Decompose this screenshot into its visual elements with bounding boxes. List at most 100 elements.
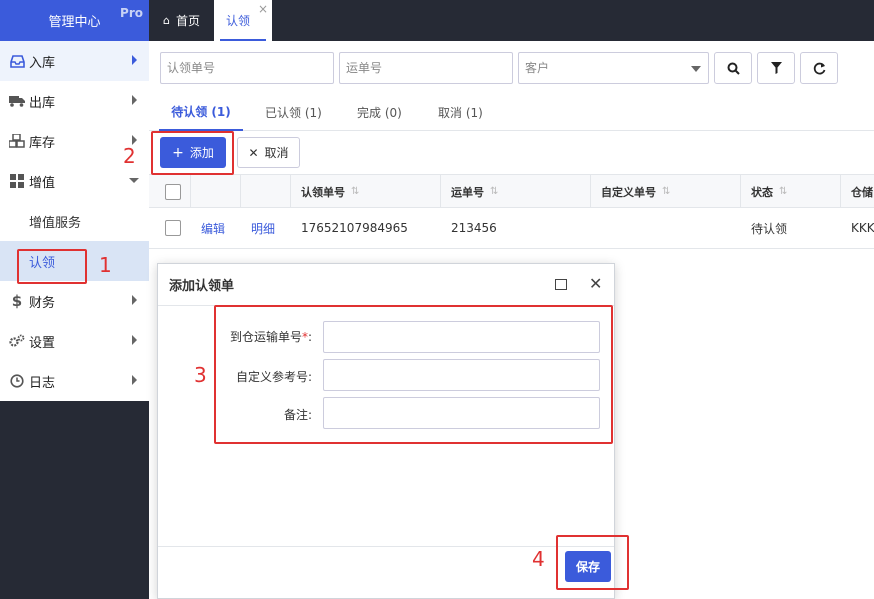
- annotation-box-3: [214, 305, 613, 444]
- close-icon: ✕: [248, 145, 259, 160]
- tab-label: 首页: [175, 14, 200, 28]
- claim-no-input[interactable]: [160, 52, 334, 84]
- cell-status: 待认领: [751, 221, 788, 236]
- header-claim-no[interactable]: 认领单号 ⇅: [291, 175, 441, 208]
- chevron-right-icon: [132, 55, 137, 65]
- search-button[interactable]: [714, 52, 752, 84]
- tab-label: 取消 (1): [438, 105, 483, 120]
- dialog-header: 添加认领单: [158, 264, 614, 306]
- maximize-icon[interactable]: [555, 279, 567, 290]
- sort-icon: ⇅: [662, 186, 671, 197]
- annotation-box-4: [556, 535, 629, 590]
- table-row: 编辑 明细 17652107984965 213456 待认领 KKK: [149, 208, 874, 249]
- annotation-box-2: [151, 131, 234, 175]
- brand-header: 管理中心 Pro: [0, 0, 149, 41]
- home-icon: ⌂: [163, 14, 170, 27]
- gears-icon: [9, 333, 25, 349]
- header-warehouse[interactable]: 仓储: [841, 175, 874, 208]
- sidebar: 管理中心 Pro 入库 出库 库存 增值 增值服务 认领 $ 财务 设置 日志: [0, 0, 149, 599]
- sidebar-item-outbound[interactable]: 出库: [0, 81, 149, 121]
- select-all-cell: [149, 175, 191, 208]
- customer-select[interactable]: [518, 52, 709, 84]
- search-icon: [727, 62, 740, 75]
- table-header: 认领单号 ⇅ 运单号 ⇅ 自定义单号 ⇅ 状态 ⇅ 仓储: [149, 174, 874, 208]
- sidebar-item-log[interactable]: 日志: [0, 361, 149, 401]
- chevron-down-icon: [691, 66, 701, 72]
- header-label: 仓储: [851, 185, 873, 199]
- row-checkbox[interactable]: [165, 220, 181, 236]
- tab-label: 完成 (0): [357, 105, 402, 120]
- cell-waybill: 213456: [451, 221, 497, 235]
- tab-label: 已认领 (1): [265, 105, 322, 120]
- filter-icon: [770, 62, 782, 74]
- status-tabs: 待认领 (1) 已认领 (1) 完成 (0) 取消 (1): [149, 93, 874, 131]
- sidebar-menu: 入库 出库 库存 增值 增值服务 认领 $ 财务 设置 日志: [0, 41, 149, 401]
- close-icon[interactable]: ✕: [589, 274, 602, 293]
- sidebar-item-label: 财务: [29, 295, 56, 311]
- chevron-right-icon: [132, 375, 137, 385]
- annotation-number-3: 3: [194, 363, 207, 387]
- chevron-right-icon: [132, 95, 137, 105]
- grid-icon: [9, 173, 25, 189]
- edit-link[interactable]: 编辑: [201, 208, 225, 248]
- sort-icon: ⇅: [779, 186, 788, 197]
- pro-badge: Pro: [120, 6, 143, 20]
- inbox-icon: [9, 53, 25, 69]
- sidebar-item-label: 增值: [29, 175, 56, 191]
- tab-bar: ⌂ 首页 认领 ×: [149, 0, 874, 41]
- chevron-right-icon: [132, 295, 137, 305]
- select-all-checkbox[interactable]: [165, 183, 181, 200]
- sidebar-item-settings[interactable]: 设置: [0, 321, 149, 361]
- sidebar-item-finance[interactable]: $ 财务: [0, 281, 149, 321]
- sidebar-item-inbound[interactable]: 入库: [0, 41, 149, 81]
- detail-link[interactable]: 明细: [251, 208, 275, 248]
- header-waybill[interactable]: 运单号 ⇅: [441, 175, 591, 208]
- tab-cancelled[interactable]: 取消 (1): [438, 93, 483, 131]
- header-label: 认领单号: [301, 185, 345, 199]
- cancel-button-label: 取消: [264, 146, 289, 160]
- sidebar-item-label: 增值服务: [29, 215, 82, 231]
- header-label: 运单号: [451, 185, 484, 199]
- sort-icon: ⇅: [490, 186, 499, 197]
- chevron-down-icon: [129, 178, 139, 183]
- refresh-icon: [813, 62, 825, 74]
- filter-button[interactable]: [757, 52, 795, 84]
- tab-label: 认领: [226, 14, 251, 28]
- header-cell: [241, 175, 291, 208]
- sidebar-item-label: 入库: [29, 55, 56, 71]
- tab-label: 待认领 (1): [171, 104, 231, 119]
- cubes-icon: [9, 133, 25, 149]
- cancel-button[interactable]: ✕ 取消: [237, 137, 300, 168]
- cell-warehouse: KKK: [851, 221, 874, 235]
- dialog-title: 添加认领单: [169, 279, 235, 294]
- brand-title: 管理中心: [48, 15, 101, 30]
- dialog-footer: [158, 546, 614, 598]
- clock-icon: [9, 373, 25, 389]
- truck-icon: [9, 93, 25, 109]
- header-label: 自定义单号: [601, 185, 656, 199]
- tab-claim[interactable]: 认领 ×: [214, 0, 272, 41]
- tab-home[interactable]: ⌂ 首页: [149, 0, 214, 41]
- sidebar-item-label: 出库: [29, 95, 56, 111]
- header-status[interactable]: 状态 ⇅: [741, 175, 841, 208]
- sidebar-item-label: 设置: [29, 335, 56, 351]
- cell-claim-no: 17652107984965: [301, 221, 408, 235]
- header-custom-no[interactable]: 自定义单号 ⇅: [591, 175, 741, 208]
- sidebar-item-value-added-service[interactable]: 增值服务: [0, 201, 149, 241]
- refresh-button[interactable]: [800, 52, 838, 84]
- annotation-number-4: 4: [532, 547, 545, 571]
- dollar-icon: $: [11, 292, 23, 310]
- tab-claimed[interactable]: 已认领 (1): [265, 93, 322, 131]
- tab-pending[interactable]: 待认领 (1): [159, 93, 243, 131]
- sidebar-item-label: 日志: [29, 375, 56, 391]
- close-icon[interactable]: ×: [258, 2, 268, 16]
- chevron-right-icon: [132, 335, 137, 345]
- annotation-number-1: 1: [99, 253, 112, 277]
- header-label: 状态: [751, 185, 773, 199]
- annotation-box-1: [17, 249, 87, 284]
- tab-completed[interactable]: 完成 (0): [357, 93, 402, 131]
- row-select-cell: [165, 208, 181, 248]
- annotation-number-2: 2: [123, 144, 136, 168]
- waybill-input[interactable]: [339, 52, 513, 84]
- header-cell: [191, 175, 241, 208]
